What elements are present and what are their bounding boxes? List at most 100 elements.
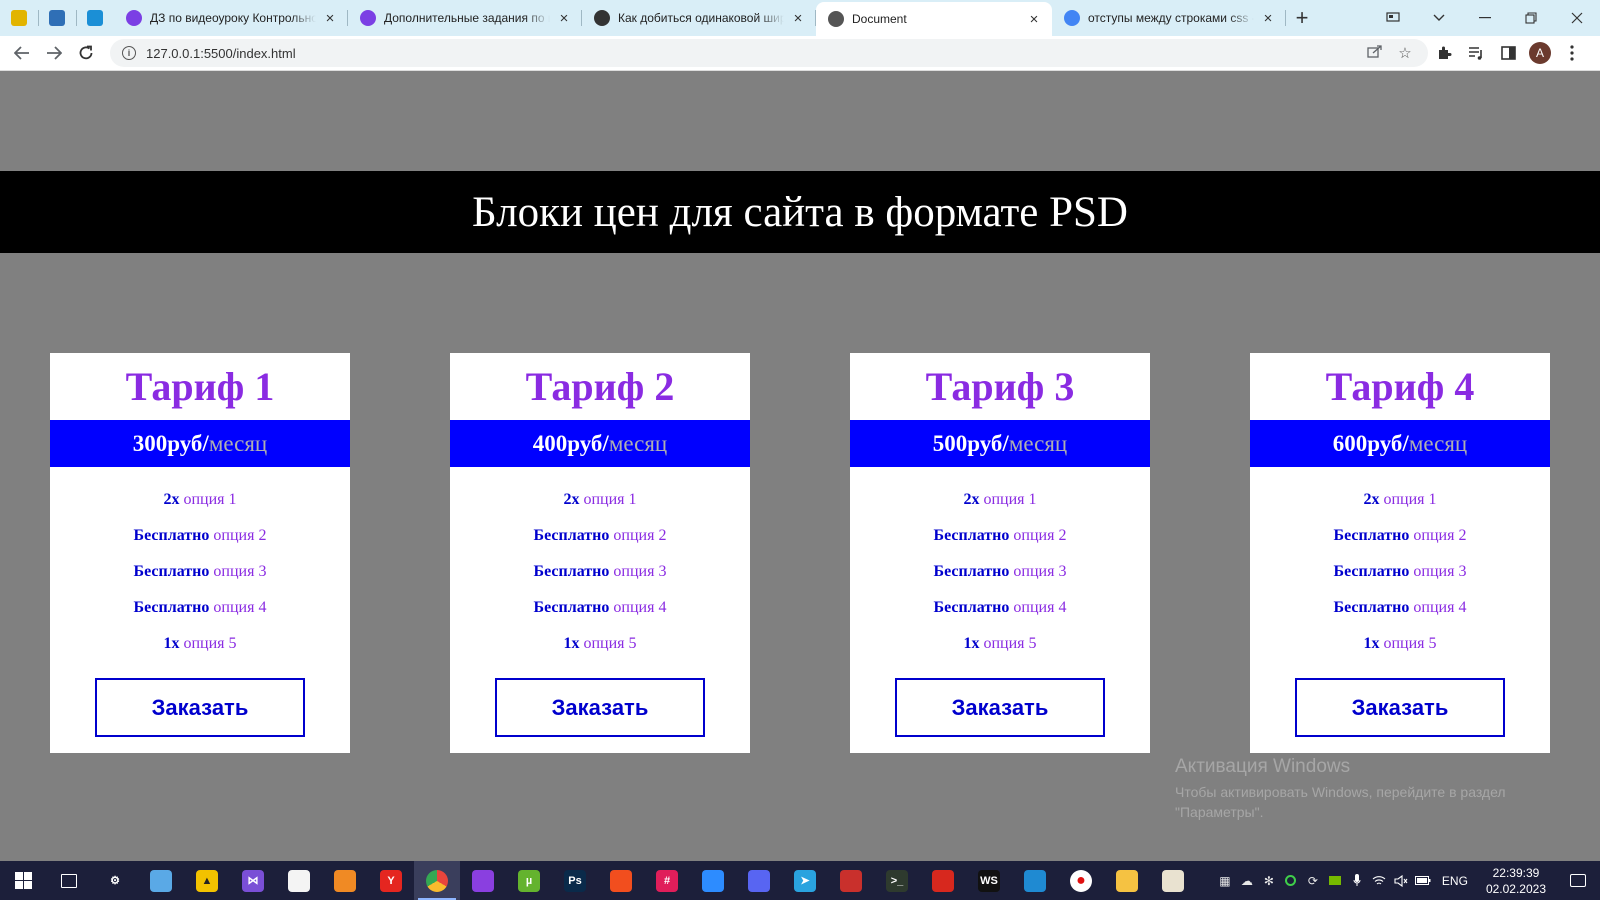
chevron-down-icon[interactable] xyxy=(1416,0,1462,36)
profile-avatar[interactable]: A xyxy=(1524,38,1556,68)
notification-center-icon[interactable] xyxy=(1556,861,1600,900)
language-indicator[interactable]: ENG xyxy=(1434,874,1476,888)
tray-cloud-icon[interactable]: ☁ xyxy=(1236,861,1258,900)
site-info-icon[interactable]: i xyxy=(122,46,136,60)
option-name: опция 3 xyxy=(1413,563,1467,580)
battery-icon[interactable] xyxy=(1412,861,1434,900)
reload-button[interactable] xyxy=(70,38,102,68)
address-bar[interactable]: i 127.0.0.1:5500/index.html ☆ xyxy=(110,39,1428,67)
taskbar-app[interactable] xyxy=(138,861,184,900)
taskbar-app[interactable] xyxy=(1150,861,1196,900)
taskbar-app[interactable] xyxy=(322,861,368,900)
close-tab-icon[interactable]: × xyxy=(1026,11,1042,28)
url-text[interactable]: 127.0.0.1:5500/index.html xyxy=(146,46,1360,61)
share-icon[interactable] xyxy=(1360,44,1390,62)
card-title: Тариф 3 xyxy=(925,364,1075,409)
option-item: Бесплатно опция 2 xyxy=(1250,523,1550,559)
close-window-button[interactable] xyxy=(1554,0,1600,36)
taskbar-app[interactable] xyxy=(920,861,966,900)
new-tab-button[interactable]: + xyxy=(1286,0,1318,36)
taskbar-app[interactable]: ⚙ xyxy=(92,861,138,900)
stack-icon xyxy=(594,10,610,26)
taskbar-app[interactable] xyxy=(414,861,460,900)
taskbar-app[interactable] xyxy=(736,861,782,900)
taskbar-app[interactable] xyxy=(1012,861,1058,900)
order-button[interactable]: Заказать xyxy=(895,678,1105,737)
tab[interactable]: Дополнительные задания по ви × xyxy=(348,0,582,36)
pinned-tab[interactable] xyxy=(38,0,76,36)
taskbar-app[interactable]: WS xyxy=(966,861,1012,900)
price-period: месяц xyxy=(1408,430,1468,456)
tray-nvidia-icon[interactable] xyxy=(1324,861,1346,900)
tab-title: отступы между строками css - П xyxy=(1088,11,1254,25)
media-queue-icon[interactable] xyxy=(1460,38,1492,68)
option-quantity: Бесплатно xyxy=(1333,563,1410,580)
taskbar-app[interactable] xyxy=(828,861,874,900)
taskbar-app[interactable] xyxy=(46,861,92,900)
tab-active[interactable]: Document × xyxy=(816,2,1052,36)
order-button[interactable]: Заказать xyxy=(95,678,305,737)
side-panel-icon[interactable] xyxy=(1492,38,1524,68)
option-quantity: 1x xyxy=(1363,635,1380,652)
vscode-icon xyxy=(1024,869,1046,892)
taskbar-app[interactable] xyxy=(276,861,322,900)
taskbar-app[interactable]: ▲ xyxy=(184,861,230,900)
notepad-icon xyxy=(150,869,172,892)
tray-app-icon[interactable]: ▦ xyxy=(1214,861,1236,900)
option-quantity: Бесплатно xyxy=(533,599,610,616)
option-name: опция 3 xyxy=(1013,563,1067,580)
close-tab-icon[interactable]: × xyxy=(556,10,572,27)
taskbar-app[interactable]: ● xyxy=(1058,861,1104,900)
tray-update-icon[interactable]: ⟳ xyxy=(1302,861,1324,900)
wifi-icon[interactable] xyxy=(1368,861,1390,900)
close-tab-icon[interactable]: × xyxy=(790,10,806,27)
tab-title: Document xyxy=(852,12,907,26)
option-quantity: 1x xyxy=(963,635,980,652)
close-tab-icon[interactable]: × xyxy=(1260,10,1276,27)
close-tab-icon[interactable]: × xyxy=(322,10,338,27)
forward-button[interactable] xyxy=(38,38,70,68)
option-quantity: Бесплатно xyxy=(1333,599,1410,616)
taskbar-app[interactable] xyxy=(1104,861,1150,900)
tab[interactable]: отступы между строками css - П × xyxy=(1052,0,1286,36)
taskbar-app[interactable] xyxy=(598,861,644,900)
start-button[interactable] xyxy=(0,861,46,900)
bookmark-star-icon[interactable]: ☆ xyxy=(1390,44,1420,62)
taskbar-app[interactable] xyxy=(690,861,736,900)
tray-fan-icon[interactable]: ✻ xyxy=(1258,861,1280,900)
option-quantity: Бесплатно xyxy=(933,527,1010,544)
taskbar-app[interactable]: Y xyxy=(368,861,414,900)
order-button[interactable]: Заказать xyxy=(1295,678,1505,737)
tab[interactable]: Как добиться одинаковой шири × xyxy=(582,0,816,36)
pinned-tab[interactable] xyxy=(0,0,38,36)
pinned-tab[interactable] xyxy=(76,0,114,36)
volume-muted-icon[interactable] xyxy=(1390,861,1412,900)
tab-search-icon[interactable] xyxy=(1370,0,1416,36)
taskbar-app[interactable]: µ xyxy=(506,861,552,900)
taskbar-app[interactable] xyxy=(460,861,506,900)
minimize-button[interactable] xyxy=(1462,0,1508,36)
pinned-tabs xyxy=(0,0,114,36)
back-button[interactable] xyxy=(6,38,38,68)
browser-menu-icon[interactable] xyxy=(1556,38,1588,68)
option-name: опция 1 xyxy=(1383,491,1437,508)
option-item: Бесплатно опция 2 xyxy=(450,523,750,559)
price-amount: 600руб/ xyxy=(1332,430,1409,456)
restore-button[interactable] xyxy=(1508,0,1554,36)
option-item: Бесплатно опция 3 xyxy=(1250,559,1550,595)
taskbar-app[interactable]: # xyxy=(644,861,690,900)
clock-time: 22:39:39 xyxy=(1492,865,1540,880)
taskbar-app[interactable]: ⋈ xyxy=(230,861,276,900)
taskbar-app[interactable]: >_ xyxy=(874,861,920,900)
microphone-icon[interactable] xyxy=(1346,861,1368,900)
system-clock[interactable]: 22:39:39 02.02.2023 xyxy=(1476,865,1556,897)
tray-green-status-icon[interactable] xyxy=(1280,861,1302,900)
extensions-puzzle-icon[interactable] xyxy=(1428,38,1460,68)
yandex-browser-icon: Y xyxy=(380,869,402,892)
tab-title: Как добиться одинаковой шири xyxy=(618,11,784,25)
order-button[interactable]: Заказать xyxy=(495,678,705,737)
option-quantity: 2x xyxy=(963,491,980,508)
taskbar-app[interactable]: ➤ xyxy=(782,861,828,900)
taskbar-app[interactable]: Ps xyxy=(552,861,598,900)
tab[interactable]: ДЗ по видеоуроку Контрольное × xyxy=(114,0,348,36)
